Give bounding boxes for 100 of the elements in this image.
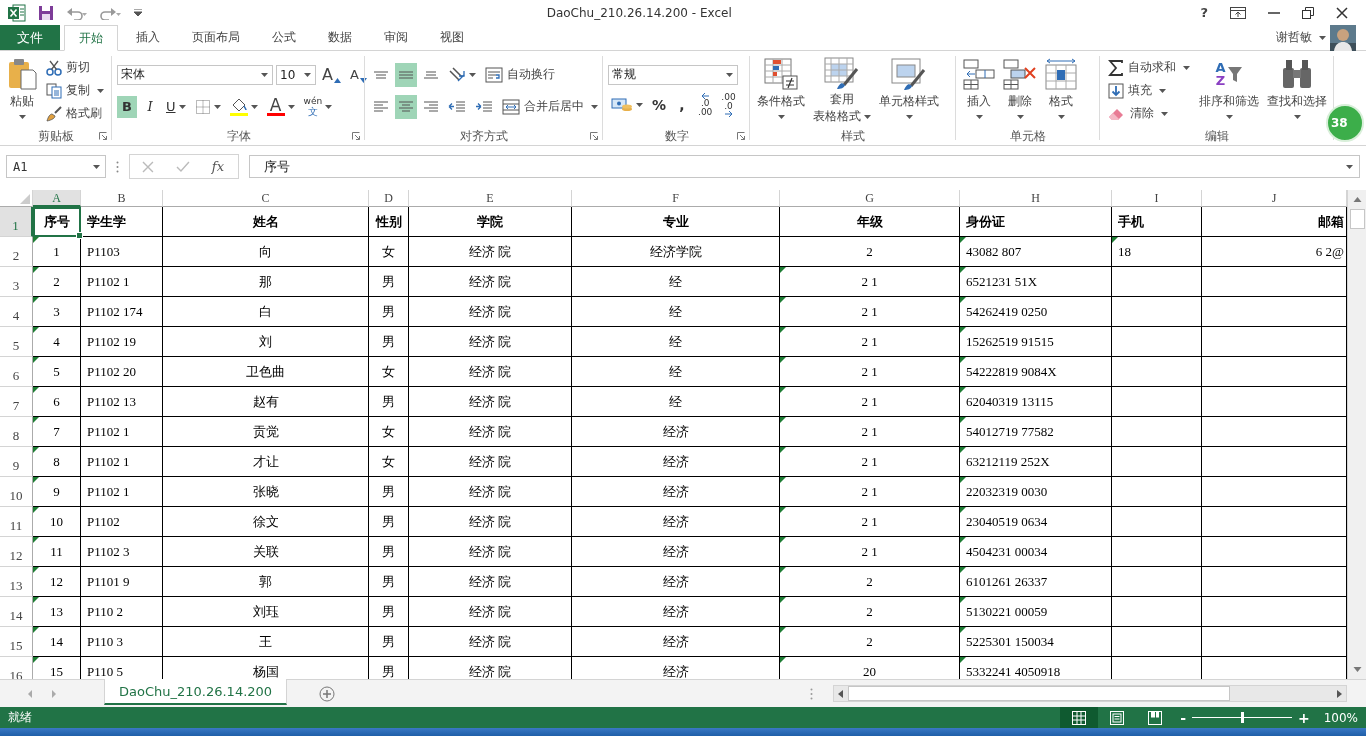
column-heading[interactable]: J [1202, 190, 1347, 207]
table-cell: 那 [163, 267, 369, 297]
zoom-out-button[interactable]: - [1180, 709, 1186, 726]
table-cell: 赵有 [163, 387, 369, 417]
table-cell: 男 [369, 477, 409, 507]
header-cell: 姓名 [163, 207, 369, 237]
ribbon-tab[interactable]: 插入 [122, 25, 174, 50]
toggle-button[interactable]: B [117, 95, 137, 118]
column-heading[interactable]: E [409, 190, 572, 207]
zoom-in-button[interactable]: + [1297, 709, 1310, 726]
font-color-button[interactable]: A [263, 94, 298, 119]
table-cell: 9 [33, 477, 81, 507]
row-number[interactable]: 2 [0, 237, 33, 267]
copy-button[interactable]: 复制 [43, 79, 107, 102]
table-cell: 经济 院 [409, 627, 572, 657]
dropdown-field[interactable]: 10 [276, 64, 316, 85]
table-cell: 经济 院 [409, 567, 572, 597]
cell-styles-button[interactable]: 单元格样式 [877, 54, 941, 124]
row-number[interactable]: 11 [0, 507, 33, 537]
column-heading[interactable]: I [1112, 190, 1202, 207]
vertical-scrollbar[interactable] [1347, 190, 1366, 679]
format-button[interactable]: 格式 [1043, 54, 1079, 124]
dropdown-field[interactable]: 常规 [608, 64, 738, 85]
find-select-button[interactable]: 查找和选择 [1265, 54, 1329, 124]
fill-handle[interactable] [76, 232, 83, 239]
format-painter-button[interactable]: 格式刷 [43, 102, 105, 125]
table-cell: 5 [33, 357, 81, 387]
ribbon-tab[interactable]: 页面布局 [178, 25, 254, 50]
table-cell: 13 [33, 597, 81, 627]
delete-button[interactable]: 删除 [1001, 54, 1039, 124]
row-number[interactable]: 1 [0, 207, 33, 237]
table-cell: 经济 [572, 507, 780, 537]
fill-button[interactable]: 填充 [1105, 79, 1169, 102]
help-button[interactable]: ? [1200, 5, 1208, 20]
scroll-thumb[interactable] [848, 686, 1230, 701]
phonetic-button[interactable]: wén 文 [300, 94, 336, 119]
name-box[interactable]: A1 [6, 155, 106, 178]
table-cell: 2 [780, 597, 960, 627]
row-number[interactable]: 10 [0, 477, 33, 507]
ribbon-tab[interactable]: 数据 [314, 25, 366, 50]
column-heading[interactable]: D [369, 190, 409, 207]
toggle-button[interactable]: I [140, 95, 160, 118]
table-cell: 男 [369, 567, 409, 597]
row-number[interactable]: 4 [0, 297, 33, 327]
shrink-font-button[interactable]: A [346, 62, 370, 87]
row-number[interactable]: 8 [0, 417, 33, 447]
merge-center-button[interactable]: 合并后居中 [499, 95, 601, 118]
format-as-table-button[interactable]: 套用 表格格式 [811, 54, 873, 124]
table-cell: 男 [369, 387, 409, 417]
toggle-button[interactable]: U [163, 95, 189, 118]
column-heading[interactable]: A [33, 190, 81, 207]
user-name[interactable]: 谢哲敏 [1276, 29, 1312, 46]
zoom-level[interactable]: 100% [1323, 710, 1358, 725]
column-heading[interactable]: H [960, 190, 1112, 207]
row-number[interactable]: 13 [0, 567, 33, 597]
grow-font-button[interactable]: A [319, 62, 344, 87]
row-number[interactable]: 9 [0, 447, 33, 477]
ribbon-tab[interactable]: 公式 [258, 25, 310, 50]
row-number[interactable]: 7 [0, 387, 33, 417]
autosum-button[interactable]: 自动求和 [1105, 56, 1193, 79]
sheet-tab[interactable]: DaoChu_210.26.14.200 [104, 679, 288, 705]
formula-field[interactable]: 序号 [249, 155, 1360, 178]
insert-function-button[interactable]: fx [211, 159, 224, 174]
ribbon-tab[interactable]: 开始 [64, 25, 118, 51]
paste-button[interactable]: 粘贴 [5, 54, 39, 124]
row-number[interactable]: 12 [0, 537, 33, 567]
table-cell: 经济 院 [409, 387, 572, 417]
column-heading[interactable]: B [81, 190, 163, 207]
ribbon-tab[interactable]: 审阅 [370, 25, 422, 50]
toggle-button[interactable]: , [672, 93, 693, 116]
row-number[interactable]: 15 [0, 627, 33, 657]
view-button[interactable] [1060, 707, 1099, 728]
scroll-thumb[interactable] [1349, 209, 1365, 229]
conditional-format-button[interactable]: 条件格式 [755, 54, 807, 124]
sort-filter-button[interactable]: A Z 排序和筛选 [1197, 54, 1261, 124]
slider-thumb[interactable] [1240, 712, 1244, 723]
row-number[interactable]: 5 [0, 327, 33, 357]
align-middle-button[interactable] [395, 62, 417, 87]
toggle-button[interactable]: % [649, 93, 670, 116]
file-tab[interactable]: 文件 [0, 25, 60, 50]
column-heading[interactable]: F [572, 190, 780, 207]
wrap-text-button[interactable]: 自动换行 [482, 63, 558, 86]
paint-bucket-icon [229, 97, 248, 116]
dropdown-field[interactable]: 宋体 [117, 64, 273, 85]
row-number[interactable]: 14 [0, 597, 33, 627]
cut-button[interactable]: 剪切 [43, 56, 93, 79]
insert-button[interactable]: 插入 [961, 54, 997, 124]
table-cell: 张晓 [163, 477, 369, 507]
clear-button[interactable]: 清除 [1105, 102, 1171, 125]
horizontal-scrollbar[interactable] [833, 685, 1347, 702]
ribbon-tab[interactable]: 视图 [426, 25, 478, 50]
table-cell: P110 3 [81, 627, 163, 657]
row-number[interactable]: 6 [0, 357, 33, 387]
row-number[interactable]: 3 [0, 267, 33, 297]
center-button[interactable] [395, 94, 417, 119]
column-heading[interactable]: C [163, 190, 369, 207]
decrease-decimal-button[interactable]: .00 .0 [718, 92, 739, 117]
group-label: 样式 [841, 127, 865, 145]
increase-decimal-button[interactable]: .0 .00 [695, 92, 716, 117]
column-heading[interactable]: G [780, 190, 960, 207]
